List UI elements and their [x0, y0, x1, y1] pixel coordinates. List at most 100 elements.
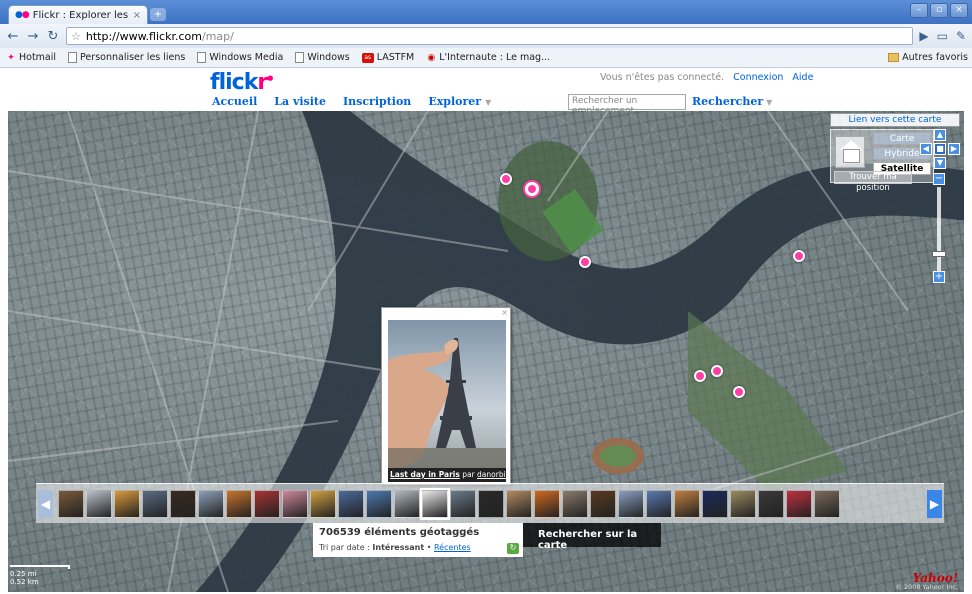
photo-pin[interactable] — [733, 386, 745, 398]
folder-icon — [888, 53, 900, 62]
browser-toolbar: ← → ↻ ☆ http://www.flickr.com/map/ ▶ ▭ ✎ — [0, 24, 972, 48]
thumbnail[interactable] — [226, 490, 252, 518]
nav-inscription[interactable]: Inscription — [343, 95, 411, 108]
thumbnail[interactable] — [282, 490, 308, 518]
go-arrow-icon[interactable]: ↻ — [507, 543, 519, 554]
thumbnail[interactable] — [786, 490, 812, 518]
strip-prev-arrow-icon[interactable]: ◀ — [38, 490, 53, 518]
thumbnail[interactable] — [478, 490, 504, 518]
thumbnail[interactable] — [450, 490, 476, 518]
thumbnail-list — [58, 488, 840, 520]
thumbnail[interactable] — [114, 490, 140, 518]
pan-right-icon[interactable]: ▶ — [948, 143, 960, 155]
sort-interesting[interactable]: Intéressant — [372, 543, 424, 552]
minimize-button[interactable]: – — [910, 3, 928, 18]
thumbnail[interactable] — [534, 490, 560, 518]
forward-arrow-icon[interactable]: → — [26, 29, 40, 44]
popup-close-icon[interactable]: × — [501, 308, 508, 317]
home-icon[interactable] — [835, 136, 865, 168]
url-path: /map/ — [201, 29, 234, 43]
bookmarks-bar: ✦ Hotmail Personnaliser les liens Windows… — [0, 48, 972, 68]
back-arrow-icon[interactable]: ← — [6, 29, 20, 44]
thumbnail[interactable] — [674, 490, 700, 518]
pan-down-icon[interactable]: ▼ — [934, 157, 946, 169]
page-menu-icon[interactable]: ▭ — [937, 29, 948, 43]
wrench-icon[interactable]: ✎ — [956, 29, 966, 43]
pan-left-icon[interactable]: ◀ — [920, 143, 932, 155]
bookmark-hotmail[interactable]: ✦ Hotmail — [6, 52, 56, 63]
thumbnail[interactable] — [338, 490, 364, 518]
strip-next-arrow-icon[interactable]: ▶ — [927, 490, 942, 518]
photo-pin[interactable] — [694, 370, 706, 382]
address-bar[interactable]: ☆ http://www.flickr.com/map/ — [66, 27, 914, 45]
maximize-button[interactable]: ▫ — [930, 3, 948, 18]
satellite-map[interactable]: Lien vers cette carte Carte Hybride Sate… — [8, 111, 964, 592]
thumbnail[interactable] — [170, 490, 196, 518]
location-search-input[interactable]: Rechercher un emplacement — [568, 94, 686, 116]
nav-explorer[interactable]: Explorer ▼ — [428, 95, 491, 108]
popup-photo[interactable] — [388, 320, 506, 468]
thumbnail[interactable] — [86, 490, 112, 518]
photo-pin-active[interactable] — [525, 182, 539, 196]
photo-pin[interactable] — [793, 250, 805, 262]
nav-accueil[interactable]: Accueil — [212, 95, 257, 108]
thumbnail[interactable] — [420, 488, 450, 520]
bookmark-windows[interactable]: Windows — [295, 52, 350, 63]
browser-tab[interactable]: ●● Flickr : Explorer les photos ... × — [8, 5, 148, 24]
thumbnail[interactable] — [814, 490, 840, 518]
thumbnail[interactable] — [590, 490, 616, 518]
photo-author-link[interactable]: danorbit. — [477, 470, 506, 479]
thumbnail[interactable] — [646, 490, 672, 518]
thumbnail[interactable] — [310, 490, 336, 518]
zoom-control: − + — [932, 173, 946, 283]
flickr-favicon-icon: ●● — [15, 10, 30, 20]
tab-close-icon[interactable]: × — [133, 10, 141, 21]
search-button[interactable]: Rechercher ▼ — [692, 95, 772, 108]
close-window-button[interactable]: × — [950, 3, 968, 18]
bookmark-star-icon[interactable]: ☆ — [71, 30, 81, 43]
geotag-stats-panel: 706539 éléments géotaggés Tri par date :… — [313, 523, 523, 557]
thumbnail[interactable] — [366, 490, 392, 518]
page-icon — [197, 52, 207, 63]
play-icon[interactable]: ▶ — [919, 29, 928, 43]
user-status: Vous n'êtes pas connecté. Connexion Aide — [600, 72, 813, 83]
flickr-logo[interactable]: flickr● — [210, 70, 273, 95]
new-tab-button[interactable]: + — [150, 8, 166, 21]
thumbnail[interactable] — [702, 490, 728, 518]
thumbnail[interactable] — [254, 490, 280, 518]
zoom-out-button[interactable]: − — [933, 173, 945, 185]
map-scale: 0.25 mi 0.52 km — [10, 565, 70, 586]
find-my-position-button[interactable]: Trouver ma position — [834, 171, 912, 193]
help-link[interactable]: Aide — [792, 72, 813, 83]
zoom-in-button[interactable]: + — [933, 271, 945, 283]
login-link[interactable]: Connexion — [733, 72, 783, 83]
nav-la-visite[interactable]: La visite — [274, 95, 326, 108]
sort-recent-link[interactable]: Récentes — [434, 543, 471, 552]
thumbnail[interactable] — [618, 490, 644, 518]
zoom-slider-handle[interactable] — [932, 251, 946, 257]
photo-pin[interactable] — [500, 173, 512, 185]
search-on-map-button[interactable]: Rechercher sur la carte — [523, 523, 661, 551]
bookmark-lastfm[interactable]: as LASTFM — [361, 52, 414, 63]
bookmark-other[interactable]: Autres favoris — [888, 52, 968, 63]
thumbnail[interactable] — [730, 490, 756, 518]
thumbnail[interactable] — [394, 490, 420, 518]
photo-pin[interactable] — [579, 256, 591, 268]
thumbnail[interactable] — [198, 490, 224, 518]
link-to-map-button[interactable]: Lien vers cette carte — [830, 113, 960, 127]
pan-center-icon[interactable]: ■ — [934, 143, 946, 155]
thumbnail[interactable] — [758, 490, 784, 518]
thumbnail[interactable] — [142, 490, 168, 518]
reload-icon[interactable]: ↻ — [46, 29, 60, 44]
bookmark-windows-media[interactable]: Windows Media — [197, 52, 283, 63]
photo-pin[interactable] — [711, 365, 723, 377]
thumbnail[interactable] — [562, 490, 588, 518]
thumbnail[interactable] — [58, 490, 84, 518]
thumbnail[interactable] — [506, 490, 532, 518]
zoom-slider-track[interactable] — [937, 187, 941, 271]
bookmark-personnaliser[interactable]: Personnaliser les liens — [68, 52, 185, 63]
photo-title-link[interactable]: Last day in Paris — [390, 470, 460, 479]
chevron-down-icon: ▼ — [485, 97, 492, 107]
bookmark-internaute[interactable]: ◉ L'Internaute : Le mag... — [426, 52, 550, 63]
pan-up-icon[interactable]: ▲ — [934, 129, 946, 141]
